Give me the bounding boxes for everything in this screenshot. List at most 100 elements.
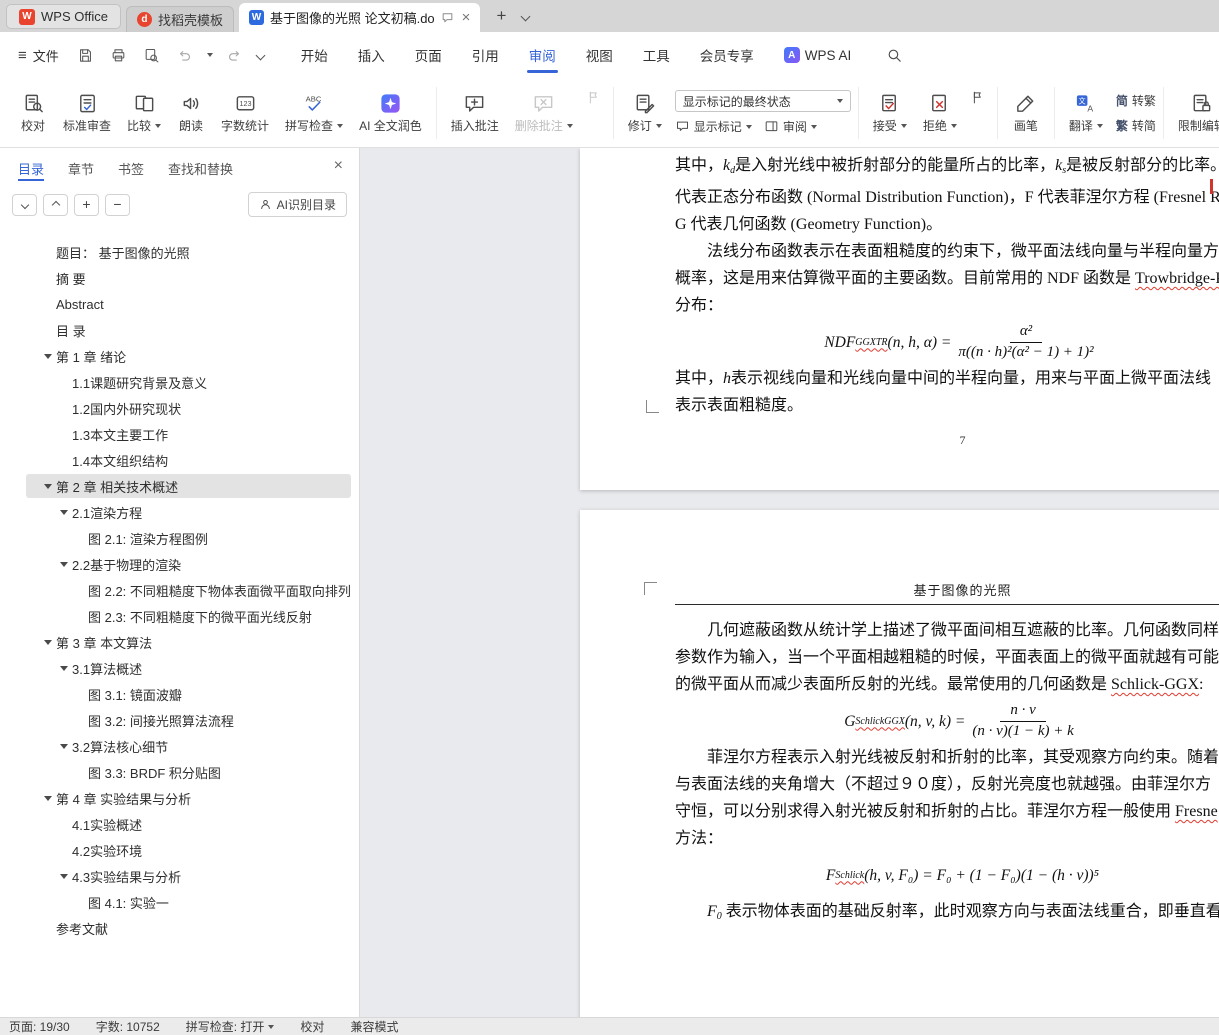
docer-template-tab[interactable]: 找稻壳模板 (125, 6, 234, 32)
doc-text-line[interactable]: 几何遮蔽函数从统计学上描述了微平面间相互遮蔽的比率。几何函数同样 (675, 617, 1219, 644)
menu-tab-wps-ai[interactable]: WPS AI (769, 32, 867, 78)
status-page-indicator[interactable]: 页面: 19/30 (9, 1018, 70, 1035)
doc-text-line[interactable]: 的微平面从而减少表面所反射的光线。最常使用的几何函数是 Schlick-GGX: (675, 671, 1219, 698)
ai-recognize-toc-button[interactable]: AI识别目录 (247, 192, 347, 217)
outline-item[interactable]: 4.1实验概述 (0, 811, 359, 837)
outline-demote-button[interactable] (105, 193, 130, 216)
menu-tab-page[interactable]: 页面 (400, 32, 457, 78)
read-aloud-button[interactable]: 朗读 (170, 88, 212, 137)
menu-tab-reference[interactable]: 引用 (457, 32, 514, 78)
undo-button[interactable] (174, 44, 196, 66)
outline-collapse-button[interactable] (12, 193, 37, 216)
collapse-arrow-icon[interactable] (56, 665, 72, 671)
doc-text-line[interactable]: 与表面法线的夹角增大（不超过９０度），反射光亮度也就越强。由菲涅尔方 (675, 771, 1219, 798)
outline-item[interactable]: 3.1算法概述 (0, 655, 359, 681)
document-tab[interactable]: 基于图像的光照 论文初稿.do (238, 3, 481, 32)
outline-expand-button[interactable] (43, 193, 68, 216)
doc-text-line[interactable]: G 代表几何函数 (Geometry Function)。 (675, 211, 1219, 238)
new-tab-button[interactable] (490, 5, 512, 27)
show-markup-button[interactable]: 显示标记 (675, 118, 752, 135)
sidebar-tab-toc[interactable]: 目录 (18, 148, 45, 188)
sidebar-tab-find-replace[interactable]: 查找和替换 (168, 148, 233, 188)
search-button[interactable] (882, 43, 906, 67)
status-spell-check[interactable]: 拼写检查: 打开 (186, 1018, 275, 1035)
outline-item[interactable]: 1.2国内外研究现状 (0, 395, 359, 421)
review-pane-button[interactable]: 审阅 (764, 118, 817, 135)
doc-text-line[interactable]: 其中，h表示视线向量和光线向量中间的半程向量，用来与平面上微平面法线 (675, 365, 1219, 392)
outline-item[interactable]: 4.2实验环境 (0, 837, 359, 863)
doc-text-line[interactable]: 概率，这是用来估算微平面的主要函数。目前常用的 NDF 函数是 Trowbrid… (675, 265, 1219, 292)
outline-item[interactable]: 1.3本文主要工作 (0, 421, 359, 447)
outline-promote-button[interactable] (74, 193, 99, 216)
status-proofread[interactable]: 校对 (300, 1018, 324, 1035)
close-sidebar-icon[interactable] (334, 158, 343, 174)
delete-comment-button[interactable]: 删除批注 (508, 88, 580, 137)
insert-comment-button[interactable]: 插入批注 (444, 88, 506, 137)
doc-text-line[interactable]: 其中，kd是入射光线中被折射部分的能量所占的比率，ks是被反射部分的比率。 (675, 152, 1219, 184)
outline-item[interactable]: 4.3实验结果与分析 (0, 863, 359, 889)
print-preview-button[interactable] (141, 44, 163, 66)
doc-text-line[interactable]: 代表正态分布函数 (Normal Distribution Function)，… (675, 184, 1219, 211)
document-page-1[interactable]: 其中，kd是入射光线中被折射部分的能量所占的比率，ks是被反射部分的比率。 代表正… (580, 148, 1219, 490)
outline-item[interactable]: 图 2.2: 不同粗糙度下物体表面微平面取向排列 (0, 577, 359, 603)
collapse-arrow-icon[interactable] (56, 509, 72, 515)
restrict-editing-button[interactable]: 限制编辑 (1171, 88, 1219, 137)
doc-text-line[interactable]: 守恒，可以分别求得入射光被反射和折射的占比。菲涅尔方程一般使用 Fresne (675, 798, 1219, 825)
collapse-arrow-icon[interactable] (56, 873, 72, 879)
outline-item[interactable]: 参考文献 (0, 915, 359, 941)
outline-item[interactable]: 2.2基于物理的渲染 (0, 551, 359, 577)
spell-check-button[interactable]: ABC 拼写检查 (278, 88, 350, 137)
collapse-arrow-icon[interactable] (40, 483, 56, 489)
outline-item[interactable]: 图 4.1: 实验一 (0, 889, 359, 915)
doc-text-line[interactable]: F0 表示物体表面的基础反射率，此时观察方向与表面法线重合，即垂直看 (675, 898, 1219, 930)
document-page-2[interactable]: 基于图像的光照 几何遮蔽函数从统计学上描述了微平面间相互遮蔽的比率。几何函数同样… (580, 510, 1219, 1017)
sidebar-tab-bookmarks[interactable]: 书签 (118, 148, 144, 188)
collapse-arrow-icon[interactable] (56, 743, 72, 749)
markup-state-select[interactable]: 显示标记的最终状态 (674, 90, 851, 112)
outline-item[interactable]: 第 1 章 绪论 (0, 343, 359, 369)
print-button[interactable] (108, 44, 130, 66)
outline-item[interactable]: 第 3 章 本文算法 (0, 629, 359, 655)
doc-text-line[interactable]: 分布： (675, 292, 1219, 319)
doc-formula-line[interactable]: G SchlickGGX (n, v, k) = n · v (n · v)(1 − … (675, 698, 1219, 744)
status-compat-mode[interactable]: 兼容模式 (350, 1018, 398, 1035)
undo-dropdown-icon[interactable] (206, 53, 213, 57)
collapse-arrow-icon[interactable] (40, 353, 56, 359)
word-count-button[interactable]: 123 字数统计 (214, 88, 276, 137)
doc-formula-line[interactable]: NDF GGXTR (n, h, α) = α² π((n · h)²(α² − 1)… (675, 319, 1219, 365)
menu-tab-insert[interactable]: 插入 (343, 32, 400, 78)
menu-tab-review[interactable]: 审阅 (514, 32, 571, 78)
tab-list-chevron-icon[interactable] (520, 11, 531, 22)
save-button[interactable] (75, 44, 97, 66)
next-revision-button[interactable] (966, 87, 990, 107)
reject-revision-button[interactable]: 拒绝 (916, 88, 964, 137)
standard-review-button[interactable]: 标准审查 (56, 88, 118, 137)
menu-tab-member[interactable]: 会员专享 (685, 32, 769, 78)
menu-tab-home[interactable]: 开始 (286, 32, 343, 78)
outline-item[interactable]: 图 3.3: BRDF 积分贴图 (0, 759, 359, 785)
file-menu-button[interactable]: 文件 (10, 46, 67, 65)
outline-item[interactable]: 3.2算法核心细节 (0, 733, 359, 759)
sidebar-tab-chapters[interactable]: 章节 (68, 148, 94, 188)
menu-tab-tools[interactable]: 工具 (628, 32, 685, 78)
collapse-arrow-icon[interactable] (56, 561, 72, 567)
status-word-count[interactable]: 字数: 10752 (96, 1018, 160, 1035)
comment-bubble-icon[interactable] (441, 11, 454, 24)
outline-item[interactable]: 题目： 基于图像的光照 (0, 239, 359, 265)
doc-text-line[interactable]: 菲涅尔方程表示入射光线被反射和折射的比率，其受观察方向约束。随着 (675, 744, 1219, 771)
proofread-button[interactable]: 校对 (12, 88, 54, 137)
track-changes-button[interactable]: 修订 (621, 88, 669, 137)
doc-text-line[interactable]: 表示表面粗糙度。 (675, 392, 1219, 419)
wps-office-menu-button[interactable]: WPS Office (6, 4, 121, 29)
redo-button[interactable] (224, 44, 246, 66)
compare-button[interactable]: 比较 (120, 88, 168, 137)
outline-item[interactable]: 1.4本文组织结构 (0, 447, 359, 473)
next-comment-button[interactable] (582, 87, 606, 107)
outline-item[interactable]: 图 2.1: 渲染方程图例 (0, 525, 359, 551)
outline-item[interactable]: 图 3.1: 镜面波瓣 (0, 681, 359, 707)
outline-item[interactable]: 图 2.3: 不同粗糙度下的微平面光线反射 (0, 603, 359, 629)
translate-button[interactable]: 文A 翻译 (1062, 88, 1110, 137)
quick-access-more-icon[interactable] (255, 50, 266, 60)
traditional-to-simplified-button[interactable]: 繁 转简 (1116, 117, 1156, 134)
collapse-arrow-icon[interactable] (40, 639, 56, 645)
